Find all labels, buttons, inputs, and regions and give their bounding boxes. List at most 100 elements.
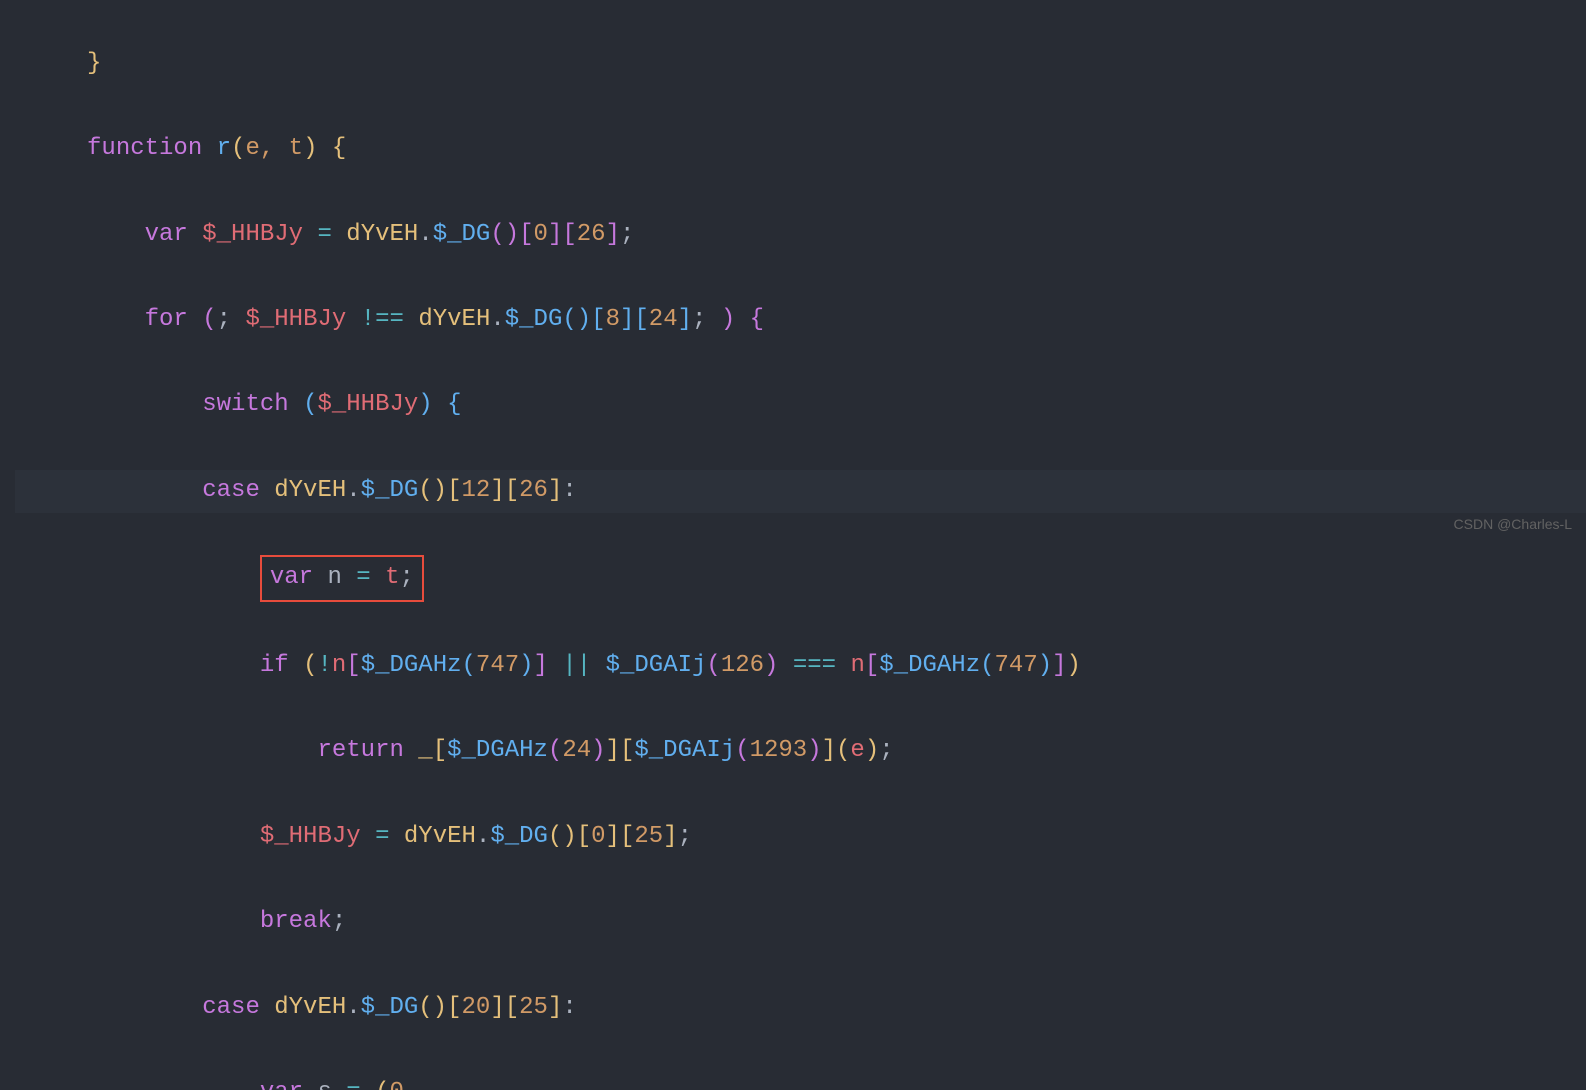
paren: ) <box>764 652 778 679</box>
var-name: _ <box>418 737 432 764</box>
function-name: r <box>217 135 231 162</box>
bracket: [ <box>447 477 461 504</box>
object: dYvEH <box>346 221 418 248</box>
number: 747 <box>995 652 1038 679</box>
number: 25 <box>519 994 548 1021</box>
paren: ( <box>980 652 994 679</box>
bracket: [ <box>577 823 591 850</box>
keyword-break: break <box>260 908 332 935</box>
bracket: ] <box>663 823 677 850</box>
bracket: ] <box>606 737 620 764</box>
bracket: ] <box>1052 652 1066 679</box>
bracket: ] <box>490 477 504 504</box>
operator: = <box>375 823 389 850</box>
keyword-case: case <box>202 994 260 1021</box>
object: dYvEH <box>404 823 476 850</box>
operator: !== <box>361 306 404 333</box>
var-name: t <box>385 564 399 591</box>
paren: ) <box>865 737 879 764</box>
paren: ( <box>303 652 317 679</box>
bracket: [ <box>505 477 519 504</box>
var-name: n <box>332 652 346 679</box>
operator: ! <box>317 652 331 679</box>
bracket: ] <box>606 823 620 850</box>
brace: { <box>750 306 764 333</box>
var-name: $_HHBJy <box>245 306 346 333</box>
watermark-text: CSDN @Charles-L <box>1454 512 1572 537</box>
paren: ( <box>202 306 216 333</box>
var-name: e <box>850 737 864 764</box>
number: 26 <box>577 221 606 248</box>
var-name: $_HHBJy <box>317 391 418 418</box>
code-line: var $_HHBJy = dYvEH.$_DG()[0][26]; <box>15 214 1586 257</box>
bracket: ] <box>822 737 836 764</box>
code-line: var s = (0, <box>15 1072 1586 1090</box>
keyword-var: var <box>270 564 313 591</box>
number: 1293 <box>750 737 808 764</box>
operator: = <box>317 221 331 248</box>
operator: === <box>793 652 836 679</box>
method: $_DG <box>505 306 563 333</box>
number: 26 <box>519 477 548 504</box>
paren: ) <box>1038 652 1052 679</box>
paren: () <box>490 221 519 248</box>
bracket: [ <box>634 306 648 333</box>
number: 0 <box>591 823 605 850</box>
number: 12 <box>462 477 491 504</box>
code-line: function r(e, t) { <box>15 128 1586 171</box>
code-line: if (!n[$_DGAHz(747)] || $_DGAIj(126) ===… <box>15 645 1586 688</box>
keyword-switch: switch <box>202 391 288 418</box>
paren: ( <box>303 391 317 418</box>
number: 747 <box>476 652 519 679</box>
keyword-function: function <box>87 135 202 162</box>
paren: ) <box>418 391 432 418</box>
bracket: [ <box>562 221 576 248</box>
paren: ) <box>591 737 605 764</box>
number: 24 <box>649 306 678 333</box>
bracket: [ <box>433 737 447 764</box>
paren: ( <box>548 737 562 764</box>
code-line: for (; $_HHBJy !== dYvEH.$_DG()[8][24]; … <box>15 299 1586 342</box>
keyword-return: return <box>317 737 403 764</box>
bracket: ] <box>620 306 634 333</box>
number: 24 <box>562 737 591 764</box>
keyword-case: case <box>202 477 260 504</box>
keyword-var: var <box>260 1079 303 1090</box>
bracket: [ <box>591 306 605 333</box>
method: $_DG <box>361 477 419 504</box>
brace: { <box>447 391 461 418</box>
bracket: [ <box>620 823 634 850</box>
var-name: n <box>850 652 864 679</box>
object: dYvEH <box>274 994 346 1021</box>
paren: ) <box>303 135 317 162</box>
keyword-if: if <box>260 652 289 679</box>
method: $_DG <box>433 221 491 248</box>
code-line: break; <box>15 901 1586 944</box>
method: $_DG <box>361 994 419 1021</box>
function-call: $_DGAHz <box>447 737 548 764</box>
bracket: ] <box>490 994 504 1021</box>
code-line: $_HHBJy = dYvEH.$_DG()[0][25]; <box>15 816 1586 859</box>
code-line: var n = t; <box>15 555 1586 602</box>
bracket: [ <box>620 737 634 764</box>
number: 126 <box>721 652 764 679</box>
code-line: switch ($_HHBJy) { <box>15 384 1586 427</box>
paren: () <box>562 306 591 333</box>
bracket: ] <box>548 994 562 1021</box>
code-line: case dYvEH.$_DG()[20][25]: <box>15 987 1586 1030</box>
paren: () <box>418 477 447 504</box>
var-name: n <box>327 564 341 591</box>
code-line: return _[$_DGAHz(24)][$_DGAIj(1293)](e); <box>15 730 1586 773</box>
code-editor: } function r(e, t) { var $_HHBJy = dYvEH… <box>0 0 1586 1090</box>
paren: () <box>418 994 447 1021</box>
var-name: $_HHBJy <box>260 823 361 850</box>
bracket: ] <box>606 221 620 248</box>
bracket: [ <box>346 652 360 679</box>
paren: ) <box>519 652 533 679</box>
paren: ) <box>721 306 735 333</box>
bracket: [ <box>505 994 519 1021</box>
bracket: [ <box>865 652 879 679</box>
function-call: $_DGAIj <box>634 737 735 764</box>
paren: ( <box>836 737 850 764</box>
highlighted-code-box: var n = t; <box>260 555 424 602</box>
